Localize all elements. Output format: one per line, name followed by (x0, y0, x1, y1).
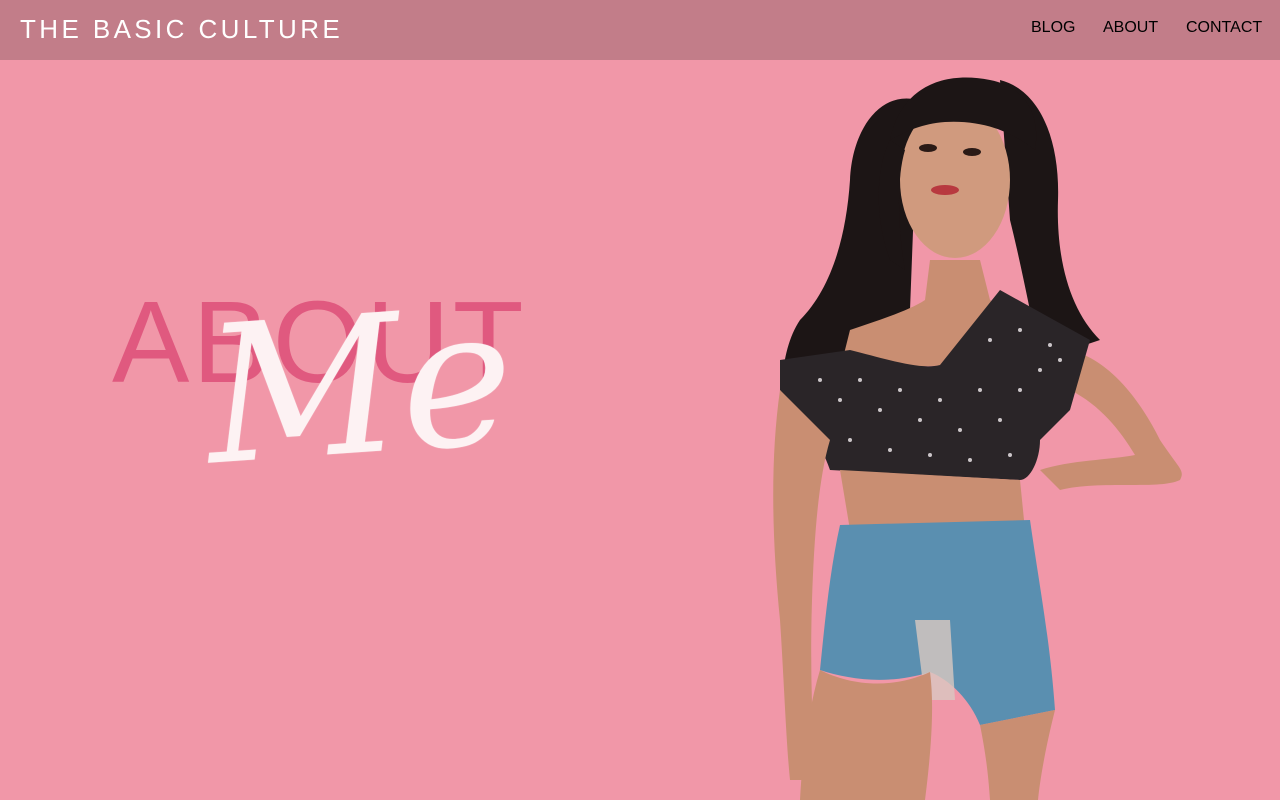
nav-about[interactable]: ABOUT (1103, 19, 1158, 41)
nav-blog[interactable]: BLOG (1031, 19, 1075, 41)
hero-script-word: Me (198, 265, 521, 508)
site-header: THE BASIC CULTURE BLOG ABOUT CONTACT (0, 0, 1280, 60)
model-portrait-image (773, 77, 1182, 800)
nav-contact[interactable]: CONTACT (1186, 19, 1262, 41)
site-brand[interactable]: THE BASIC CULTURE (20, 13, 343, 45)
